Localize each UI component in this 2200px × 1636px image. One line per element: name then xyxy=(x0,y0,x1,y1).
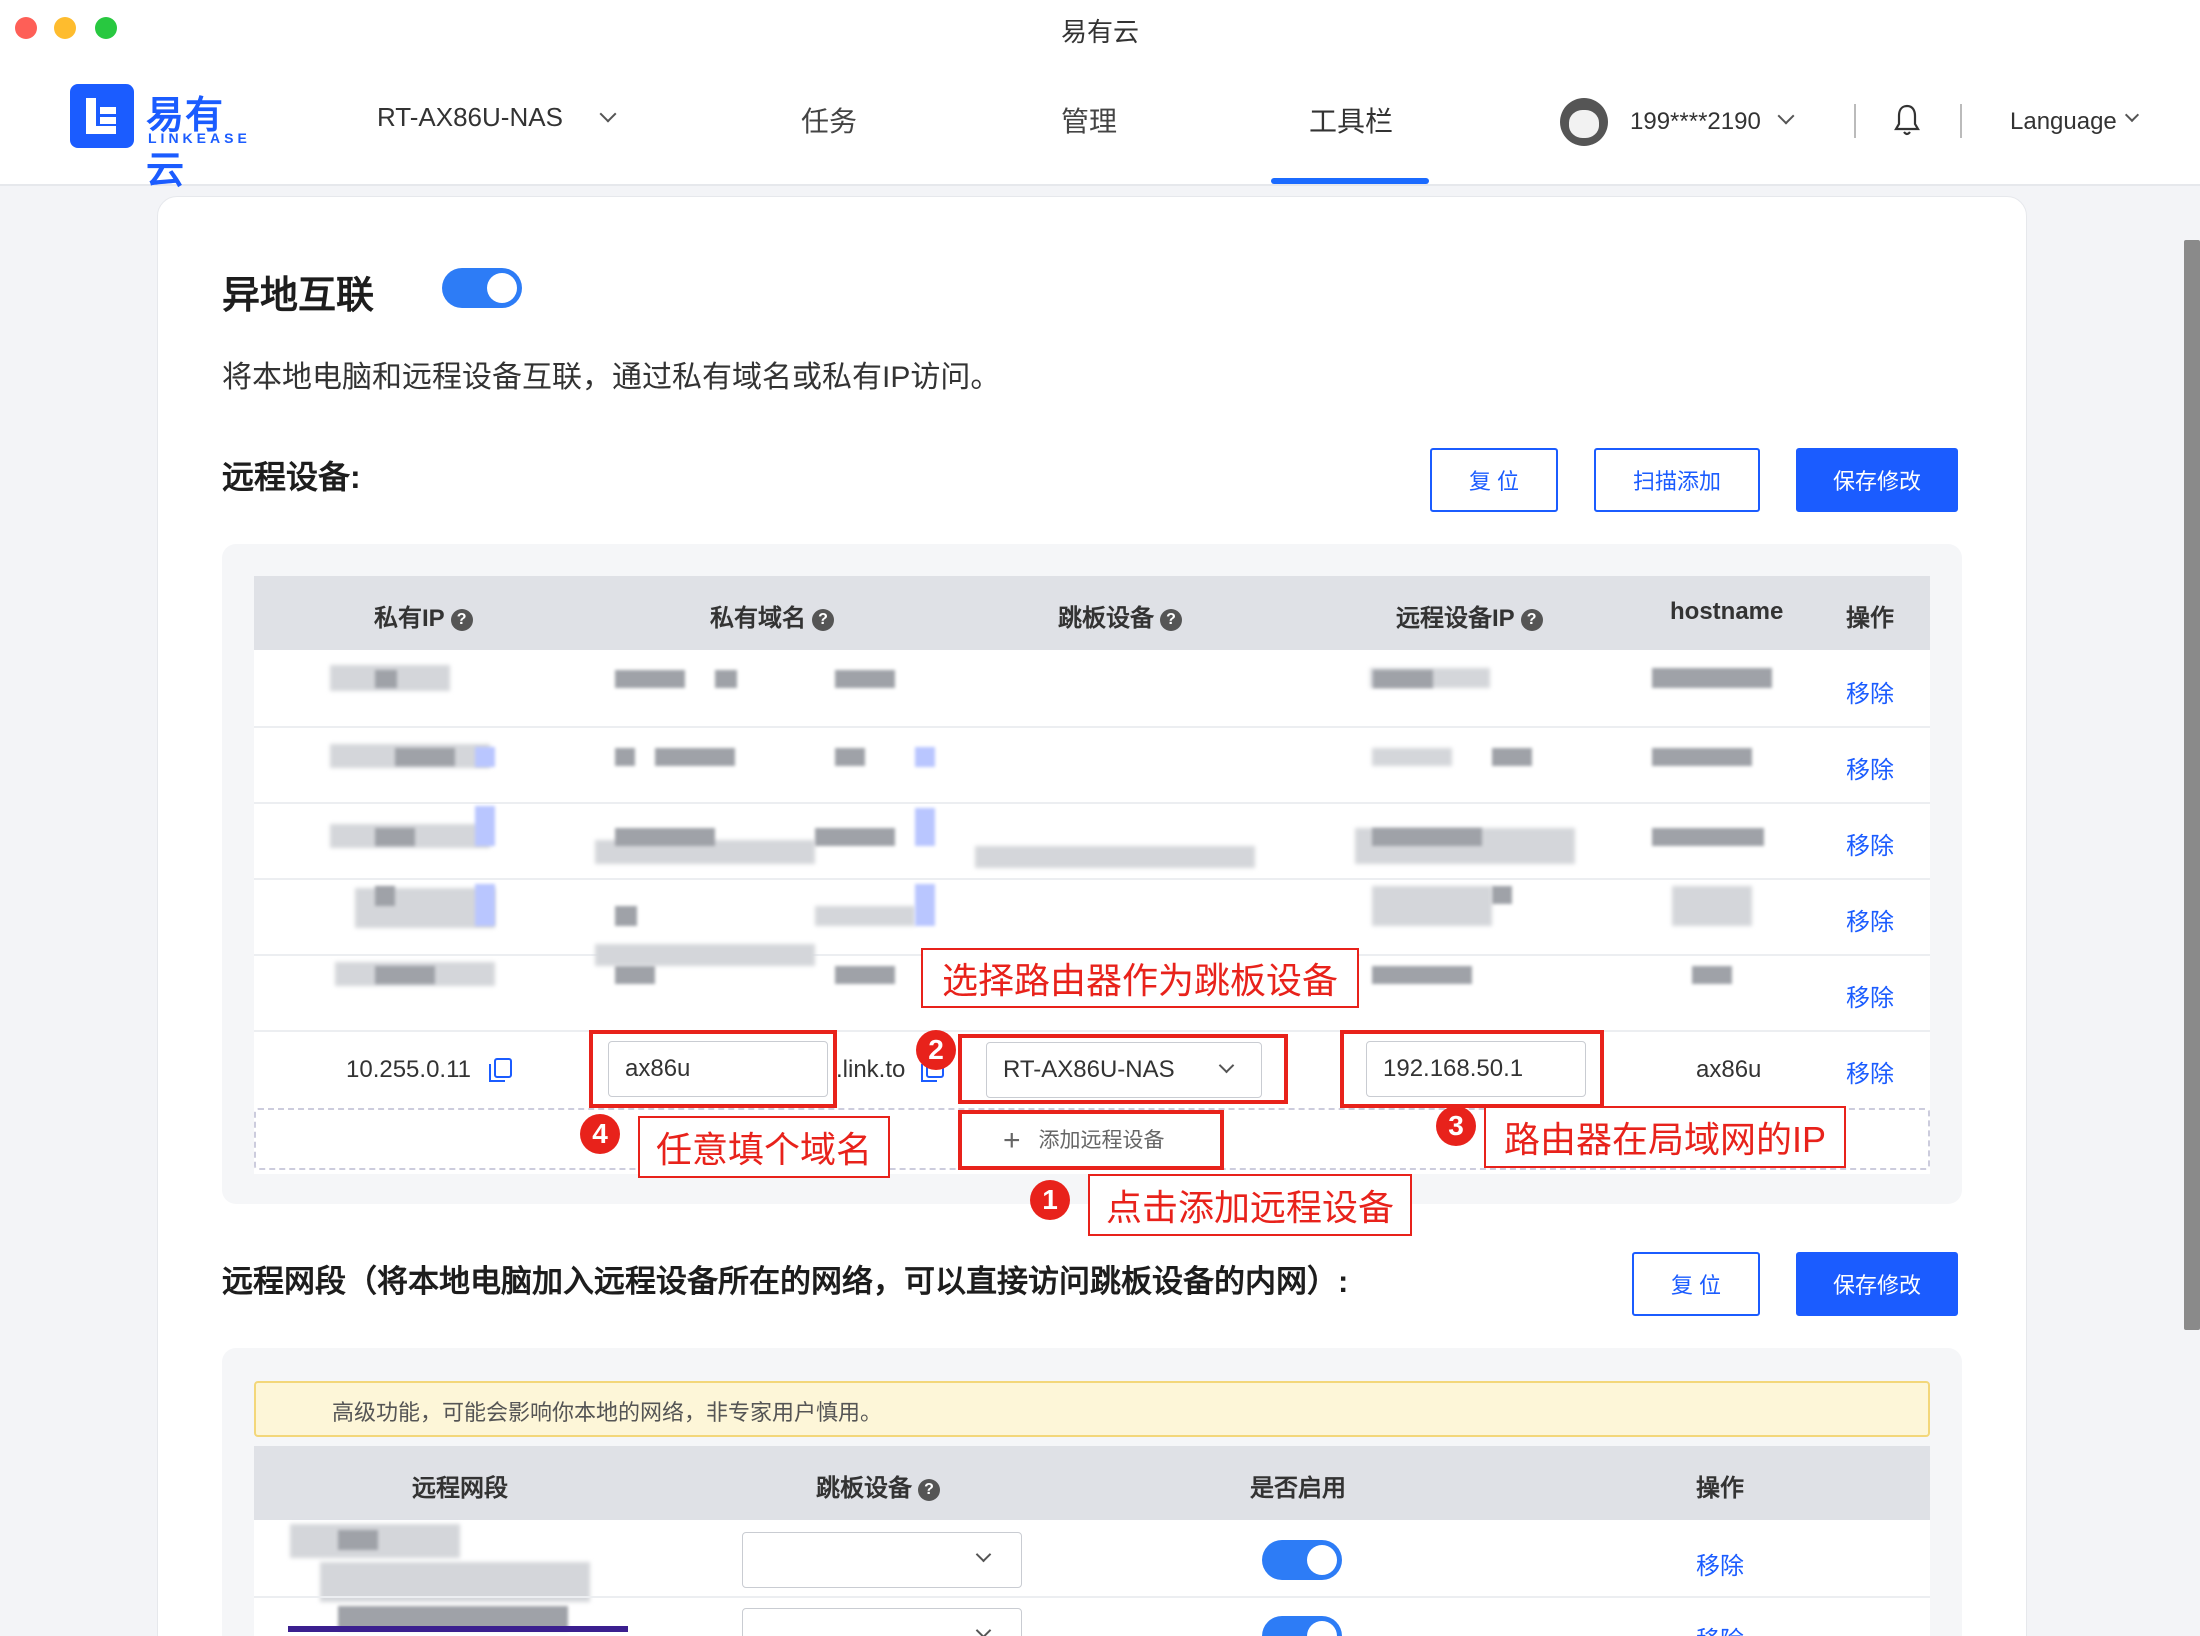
column-header-enabled: 是否启用 xyxy=(1250,1475,1346,1502)
reset-button[interactable]: 复 位 xyxy=(1430,448,1558,512)
segments-table-header: 远程网段 跳板设备? 是否启用 操作 xyxy=(254,1446,1930,1520)
device-selector-label: RT-AX86U-NAS xyxy=(377,102,563,132)
annotation-highlight-remote-ip xyxy=(1340,1030,1604,1108)
help-icon[interactable]: ? xyxy=(812,609,834,631)
remove-link[interactable]: 移除 xyxy=(1846,902,1894,937)
chevron-down-icon xyxy=(599,105,617,123)
user-account-name[interactable]: 199****2190 xyxy=(1630,108,1761,136)
chevron-down-icon xyxy=(975,1546,992,1563)
remove-link[interactable]: 移除 xyxy=(1846,674,1894,709)
scrollbar[interactable] xyxy=(2184,240,2200,1330)
window-titlebar: 易有云 xyxy=(0,0,2200,58)
nav-divider xyxy=(1960,104,1962,138)
remove-link[interactable]: 移除 xyxy=(1696,1620,1744,1636)
segment-enabled-toggle[interactable] xyxy=(1262,1540,1342,1580)
nav-tab-toolbar[interactable]: 工具栏 xyxy=(1309,100,1393,140)
jump-device-select[interactable] xyxy=(742,1532,1022,1588)
scan-add-button[interactable]: 扫描添加 xyxy=(1594,448,1760,512)
copy-icon[interactable] xyxy=(489,1058,512,1082)
column-header-private-domain: 私有域名? xyxy=(710,598,834,633)
save-changes-button[interactable]: 保存修改 xyxy=(1796,448,1958,512)
annotation-number-1: 1 xyxy=(1030,1180,1070,1220)
warning-banner: 高级功能，可能会影响你本地的网络，非专家用户慎用。 xyxy=(254,1381,1930,1437)
domain-suffix: .link.to xyxy=(836,1056,906,1083)
column-header-private-ip: 私有IP? xyxy=(374,598,473,633)
remove-link[interactable]: 移除 xyxy=(1846,1054,1894,1089)
logo-subtext: LINKEASE xyxy=(148,130,251,146)
column-header-hostname: hostname xyxy=(1670,598,1784,625)
logo-icon xyxy=(70,84,134,148)
remove-link[interactable]: 移除 xyxy=(1846,826,1894,861)
annotation-highlight-add-button xyxy=(958,1110,1224,1170)
table-header: 私有IP? 私有域名? 跳板设备? 远程设备IP? hostname 操作 xyxy=(254,576,1930,650)
nav-tab-tasks[interactable]: 任务 xyxy=(801,100,857,140)
annotation-highlight-domain xyxy=(589,1030,837,1108)
app-logo[interactable]: 易有云 LINKEASE xyxy=(70,84,252,192)
column-header-jump-device: 跳板设备? xyxy=(1058,598,1182,633)
chevron-down-icon xyxy=(975,1622,992,1636)
remove-link[interactable]: 移除 xyxy=(1696,1546,1744,1581)
segments-reset-button[interactable]: 复 位 xyxy=(1632,1252,1760,1316)
help-icon[interactable]: ? xyxy=(918,1479,940,1501)
jump-device-select[interactable] xyxy=(742,1608,1022,1636)
annotation-label-3: 路由器在局域网的IP xyxy=(1484,1106,1846,1168)
annotation-label-4: 任意填个域名 xyxy=(638,1116,890,1178)
segment-enabled-toggle[interactable] xyxy=(1262,1616,1342,1636)
chevron-down-icon[interactable] xyxy=(1777,107,1795,125)
nav-divider xyxy=(1854,104,1856,138)
remove-link[interactable]: 移除 xyxy=(1846,750,1894,785)
nav-tab-manage[interactable]: 管理 xyxy=(1061,100,1117,140)
user-avatar[interactable] xyxy=(1560,98,1608,146)
warning-text: 高级功能，可能会影响你本地的网络，非专家用户慎用。 xyxy=(332,1400,883,1425)
language-selector[interactable]: Language xyxy=(2010,108,2117,136)
remote-devices-title: 远程设备: xyxy=(222,459,361,495)
window-title: 易有云 xyxy=(1060,17,1139,47)
active-tab-indicator xyxy=(1271,178,1429,184)
annotation-number-4: 4 xyxy=(580,1114,620,1154)
column-header-segment: 远程网段 xyxy=(412,1475,508,1502)
chevron-down-icon[interactable] xyxy=(2124,107,2140,123)
bell-icon[interactable] xyxy=(1894,102,1920,138)
annotation-number-2: 2 xyxy=(916,1030,956,1070)
annotation-label-1: 点击添加远程设备 xyxy=(1088,1174,1412,1236)
top-navbar: 易有云 LINKEASE RT-AX86U-NAS 任务 管理 工具栏 199*… xyxy=(0,58,2200,192)
device-selector[interactable]: RT-AX86U-NAS xyxy=(377,102,617,133)
column-header-actions: 操作 xyxy=(1846,605,1894,632)
help-icon[interactable]: ? xyxy=(1160,609,1182,631)
column-header-jump-device: 跳板设备? xyxy=(816,1468,940,1503)
help-icon[interactable]: ? xyxy=(1520,609,1543,631)
column-header-remote-ip: 远程设备IP? xyxy=(1396,598,1543,633)
private-ip-value: 10.255.0.11 xyxy=(346,1056,472,1083)
remove-link[interactable]: 移除 xyxy=(1846,978,1894,1013)
segments-save-button[interactable]: 保存修改 xyxy=(1796,1252,1958,1316)
annotation-number-3: 3 xyxy=(1436,1106,1476,1146)
help-icon[interactable]: ? xyxy=(450,609,473,631)
column-header-actions: 操作 xyxy=(1696,1475,1744,1502)
section-description: 将本地电脑和远程设备互联，通过私有域名或私有IP访问。 xyxy=(222,361,1001,394)
annotation-label-2: 选择路由器作为跳板设备 xyxy=(921,948,1359,1008)
page-title: 异地互联 xyxy=(222,275,375,317)
interconnect-toggle[interactable] xyxy=(442,268,522,308)
remote-segments-title: 远程网段（将本地电脑加入远程设备所在的网络，可以直接访问跳板设备的内网）: xyxy=(222,1264,1349,1299)
annotation-highlight-jump-device xyxy=(958,1034,1288,1104)
hostname-value: ax86u xyxy=(1696,1056,1762,1083)
